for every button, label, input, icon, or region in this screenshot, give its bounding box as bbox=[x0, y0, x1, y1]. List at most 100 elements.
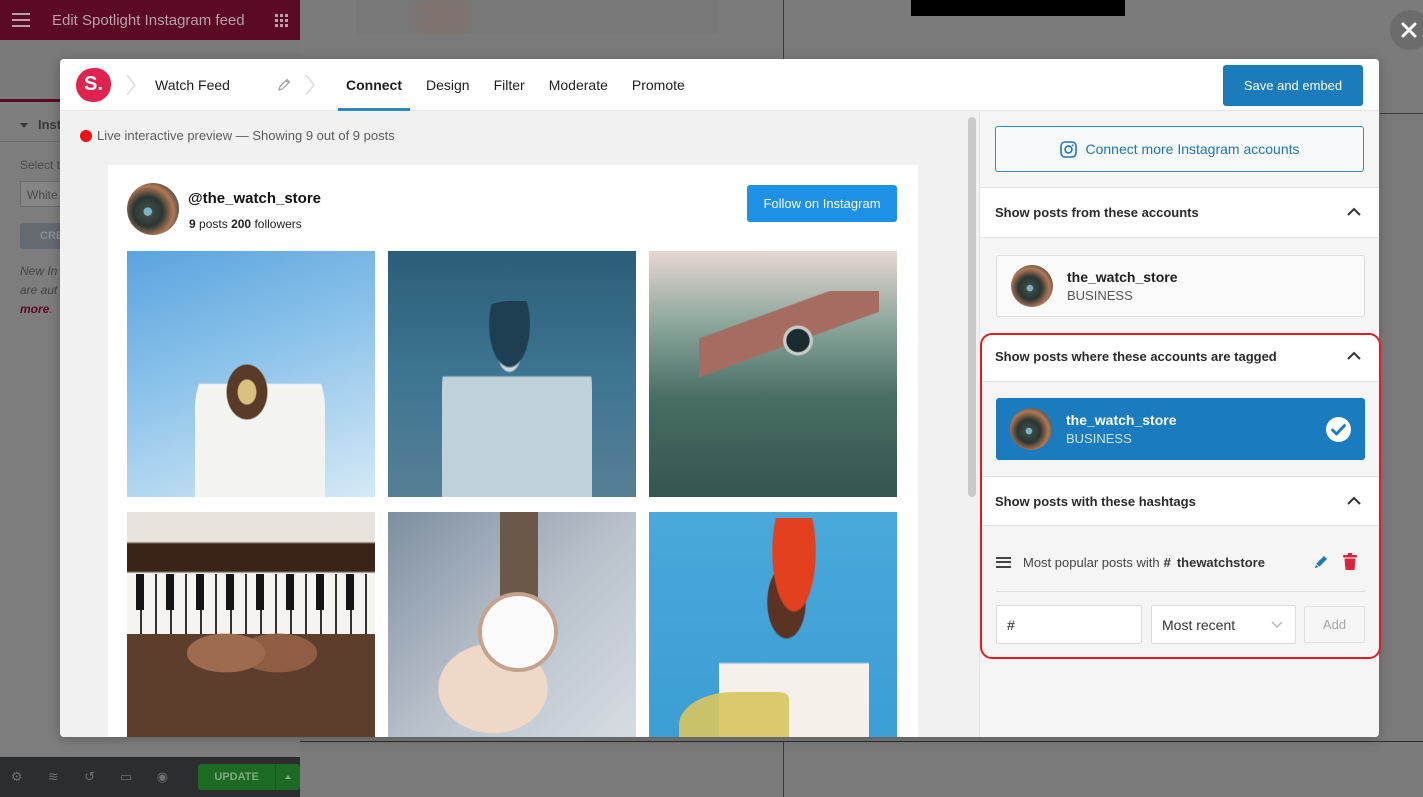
tab-promote[interactable]: Promote bbox=[620, 59, 697, 111]
breadcrumb-chevron-icon bbox=[305, 74, 315, 95]
editor-footer: ⚙ ≋ ↺ ▭ ◉ UPDATE bbox=[0, 757, 300, 797]
select-label: Select t bbox=[20, 158, 61, 172]
feed-post-woman-in-hat-with-watch[interactable] bbox=[388, 251, 636, 497]
history-icon[interactable]: ↺ bbox=[83, 770, 96, 784]
chevron-up-icon bbox=[1347, 207, 1361, 216]
canvas-divider bbox=[783, 742, 784, 797]
live-preview-pane: Live interactive preview — Showing 9 out… bbox=[60, 112, 980, 737]
chevron-up-icon bbox=[1347, 496, 1361, 505]
responsive-icon[interactable]: ▭ bbox=[119, 770, 132, 784]
account-name: the_watch_store bbox=[1066, 412, 1177, 428]
note-line: are aut bbox=[20, 283, 58, 297]
instagram-feed-preview: @the_watch_store 9 posts 200 followers F… bbox=[108, 165, 918, 737]
photo-subject bbox=[500, 512, 538, 598]
modal-header: S. Watch Feed Connect Design Filter Mode… bbox=[60, 59, 1379, 111]
section-header-from-accounts[interactable]: Show posts from these accounts bbox=[980, 188, 1379, 238]
learn-more-link[interactable]: more bbox=[20, 302, 49, 316]
spotlight-feed-editor-modal: S. Watch Feed Connect Design Filter Mode… bbox=[60, 59, 1379, 737]
account-name: the_watch_store bbox=[1067, 269, 1178, 285]
update-options-button[interactable] bbox=[274, 764, 300, 790]
photo-subject bbox=[679, 692, 789, 737]
tab-connect[interactable]: Connect bbox=[334, 59, 414, 111]
connect-more-instagram-accounts-button[interactable]: Connect more Instagram accounts bbox=[995, 126, 1364, 172]
live-dot-icon bbox=[80, 129, 92, 142]
tab-design[interactable]: Design bbox=[414, 59, 482, 111]
photo-subject bbox=[478, 592, 558, 672]
feed-post-hand-with-watch-in-water[interactable] bbox=[649, 251, 897, 497]
posts-label: posts bbox=[199, 217, 228, 231]
gear-icon[interactable]: ⚙ bbox=[10, 770, 23, 784]
profile-username[interactable]: @the_watch_store bbox=[188, 190, 321, 207]
update-button[interactable]: UPDATE bbox=[198, 764, 275, 790]
live-preview-status: Live interactive preview — Showing 9 out… bbox=[80, 128, 395, 143]
feed-post-man-with-watch-sky[interactable] bbox=[127, 251, 375, 497]
eye-icon[interactable]: ◉ bbox=[156, 770, 169, 784]
section-header-tagged[interactable]: Show posts where these accounts are tagg… bbox=[980, 332, 1379, 382]
hashtag-order-select[interactable]: Most recent bbox=[1151, 605, 1296, 644]
canvas-ghost-image bbox=[356, 0, 718, 34]
layers-icon[interactable]: ≋ bbox=[46, 770, 59, 784]
section-title: Show posts where these accounts are tagg… bbox=[995, 349, 1277, 364]
canvas-divider bbox=[783, 0, 784, 60]
selected-check-icon bbox=[1326, 417, 1351, 442]
section-title: Show posts with these hashtags bbox=[995, 493, 1196, 509]
close-icon bbox=[1401, 22, 1417, 38]
connect-settings-pane: Connect more Instagram accounts Show pos… bbox=[980, 112, 1379, 737]
account-card-tagged[interactable]: the_watch_store BUSINESS bbox=[996, 398, 1365, 460]
section-label: Inst bbox=[38, 117, 62, 132]
section-header-hashtags[interactable]: Show posts with these hashtags bbox=[980, 476, 1379, 526]
add-hashtag-button[interactable]: Add bbox=[1304, 606, 1365, 643]
follow-on-instagram-button[interactable]: Follow on Instagram bbox=[747, 185, 897, 222]
delete-trash-icon[interactable] bbox=[1343, 553, 1357, 570]
editor-title: Edit Spotlight Instagram feed bbox=[52, 11, 245, 29]
editor-topbar: Edit Spotlight Instagram feed bbox=[0, 0, 300, 40]
photo-subject bbox=[195, 347, 325, 497]
account-avatar bbox=[1010, 408, 1052, 450]
chevron-down-icon bbox=[1271, 621, 1283, 628]
followers-label: followers bbox=[254, 217, 302, 231]
edit-pencil-icon[interactable] bbox=[1313, 554, 1329, 570]
preview-scrollbar[interactable] bbox=[968, 117, 976, 497]
photo-subject bbox=[187, 608, 317, 698]
profile-avatar[interactable] bbox=[127, 183, 179, 235]
tab-moderate[interactable]: Moderate bbox=[537, 59, 620, 111]
order-select-value: Most recent bbox=[1162, 616, 1236, 633]
account-type: BUSINESS bbox=[1067, 288, 1133, 303]
apps-grid-icon[interactable] bbox=[275, 13, 288, 27]
note-punct: . bbox=[49, 302, 53, 316]
canvas-black-bar bbox=[911, 0, 1125, 16]
instagram-icon bbox=[1059, 140, 1077, 158]
hashtag-name: thewatchstore bbox=[1176, 554, 1265, 570]
hashtag-input[interactable] bbox=[996, 605, 1142, 644]
connect-label: Connect more Instagram accounts bbox=[1085, 141, 1300, 157]
spotlight-logo: S. bbox=[76, 67, 111, 102]
hamburger-menu-icon[interactable] bbox=[12, 13, 30, 27]
posts-count: 9 bbox=[189, 217, 196, 231]
rename-feed-pencil-icon[interactable] bbox=[276, 77, 292, 93]
drag-handle-icon[interactable] bbox=[996, 556, 1011, 568]
canvas-divider bbox=[1380, 113, 1423, 114]
feed-post-hands-on-piano-with-watch[interactable] bbox=[127, 512, 375, 737]
profile-stats: 9 posts 200 followers bbox=[189, 217, 302, 231]
hashtag-prefix: Most popular posts with bbox=[1023, 554, 1160, 570]
feed-post-hand-holding-watch[interactable] bbox=[388, 512, 636, 737]
breadcrumb-chevron-icon bbox=[126, 74, 136, 95]
caret-down-icon bbox=[20, 123, 28, 129]
caret-up-icon bbox=[284, 775, 291, 779]
canvas-divider bbox=[300, 741, 1423, 742]
tab-filter[interactable]: Filter bbox=[482, 59, 537, 111]
close-modal-button[interactable] bbox=[1390, 10, 1423, 50]
feed-post-woman-in-red-headscarf-with-watch[interactable] bbox=[649, 512, 897, 737]
connect-accounts-area: Connect more Instagram accounts bbox=[980, 112, 1379, 188]
save-and-embed-button[interactable]: Save and embed bbox=[1223, 65, 1363, 106]
photo-subject bbox=[442, 301, 592, 497]
chevron-up-icon bbox=[1347, 351, 1361, 360]
hashtag-symbol: # bbox=[1163, 554, 1171, 570]
note-line: New In bbox=[20, 264, 58, 278]
photo-subject bbox=[699, 291, 879, 381]
editor-tabs: Connect Design Filter Moderate Promote bbox=[334, 59, 697, 111]
account-card-from[interactable]: the_watch_store BUSINESS bbox=[996, 255, 1365, 317]
editor-note: New In are aut more. bbox=[20, 262, 57, 319]
divider bbox=[996, 591, 1365, 592]
followers-count: 200 bbox=[231, 217, 252, 231]
